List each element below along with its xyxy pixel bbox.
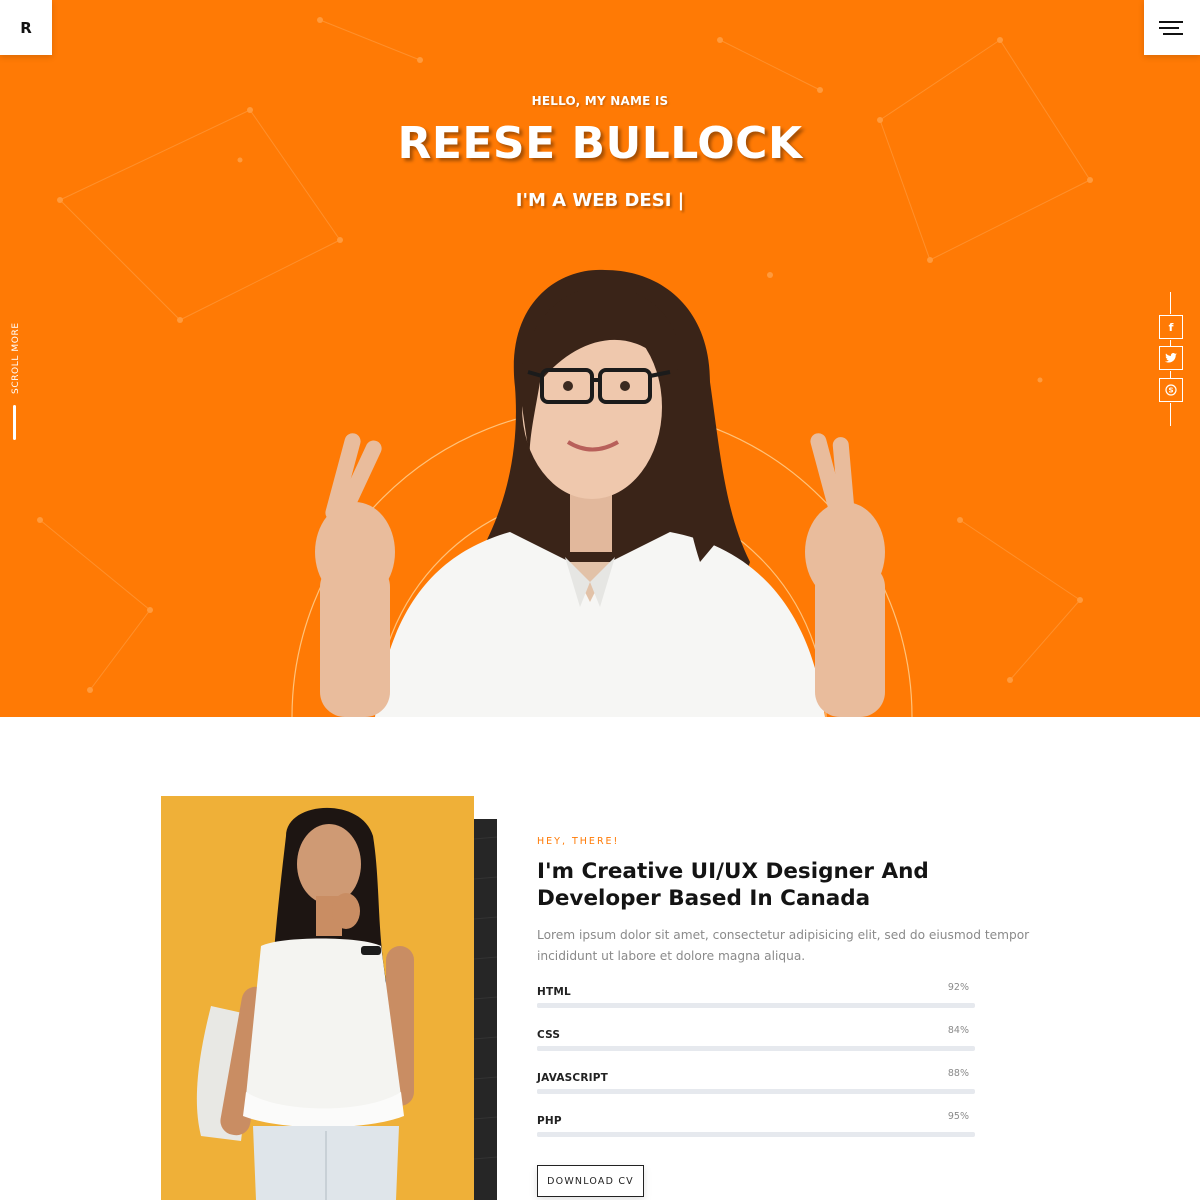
about-eyebrow: HEY, THERE!	[537, 836, 620, 847]
twitter-icon	[1165, 353, 1177, 363]
skill-progress-track	[537, 1132, 975, 1137]
skill-row: HTML 92%	[537, 982, 975, 1016]
skill-percent: 95%	[947, 1111, 969, 1122]
skill-row: CSS 84%	[537, 1025, 975, 1059]
scroll-progress-line	[13, 405, 16, 440]
facebook-link[interactable]: f	[1159, 315, 1183, 339]
skill-name: JAVASCRIPT	[537, 1072, 608, 1084]
skill-percent: 88%	[947, 1068, 969, 1079]
about-description: Lorem ipsum dolor sit amet, consectetur …	[537, 928, 1030, 963]
svg-text:S: S	[1168, 387, 1173, 395]
hero-name: REESE BULLOCK	[397, 118, 803, 169]
about-title: I'm Creative UI/UX Designer And Develope…	[537, 859, 929, 911]
scroll-more-label: SCROLL MORE	[11, 322, 21, 394]
logo-letter: R	[20, 18, 32, 37]
logo-button[interactable]: R	[0, 0, 52, 55]
social-divider-top	[1170, 292, 1171, 314]
backdrop-stripes	[473, 836, 498, 1160]
skill-progress-fill	[537, 1089, 923, 1094]
hero-section: R HELLO, MY NAME IS REESE BULLOCK I'M A …	[0, 0, 1200, 717]
download-cv-button[interactable]: DOWNLOAD CV	[537, 1165, 644, 1197]
skype-link[interactable]: S	[1159, 378, 1183, 402]
skill-progress-track	[537, 1003, 975, 1008]
skill-progress-fill	[537, 1046, 905, 1051]
hero-typed-role: I'M A WEB DESI |	[515, 190, 685, 211]
skill-name: CSS	[537, 1029, 561, 1041]
skill-progress-track	[537, 1046, 975, 1051]
hero-greeting: HELLO, MY NAME IS	[531, 94, 669, 108]
social-links: f S	[1159, 292, 1183, 426]
skill-progress-fill	[537, 1003, 940, 1008]
hero-portrait-image	[291, 269, 913, 717]
about-portrait-image	[161, 796, 474, 1200]
skill-row: JAVASCRIPT 88%	[537, 1068, 975, 1102]
skill-percent: 84%	[947, 1025, 969, 1036]
skill-row: PHP 95%	[537, 1111, 975, 1145]
about-photo	[161, 796, 474, 1200]
facebook-icon: f	[1168, 320, 1174, 334]
skill-name: HTML	[537, 986, 571, 998]
scroll-more-indicator[interactable]: SCROLL MORE	[4, 320, 28, 400]
social-divider	[1170, 371, 1171, 378]
skill-percent: 92%	[947, 982, 969, 993]
skill-name: PHP	[537, 1115, 562, 1127]
hamburger-icon	[1159, 20, 1183, 35]
about-photo-backdrop	[473, 819, 498, 1200]
social-divider-bottom	[1170, 403, 1171, 426]
twitter-link[interactable]	[1159, 346, 1183, 370]
hamburger-menu-button[interactable]	[1144, 0, 1200, 55]
skill-progress-track	[537, 1089, 975, 1094]
skill-progress-fill	[537, 1132, 954, 1137]
skype-icon: S	[1165, 384, 1177, 396]
